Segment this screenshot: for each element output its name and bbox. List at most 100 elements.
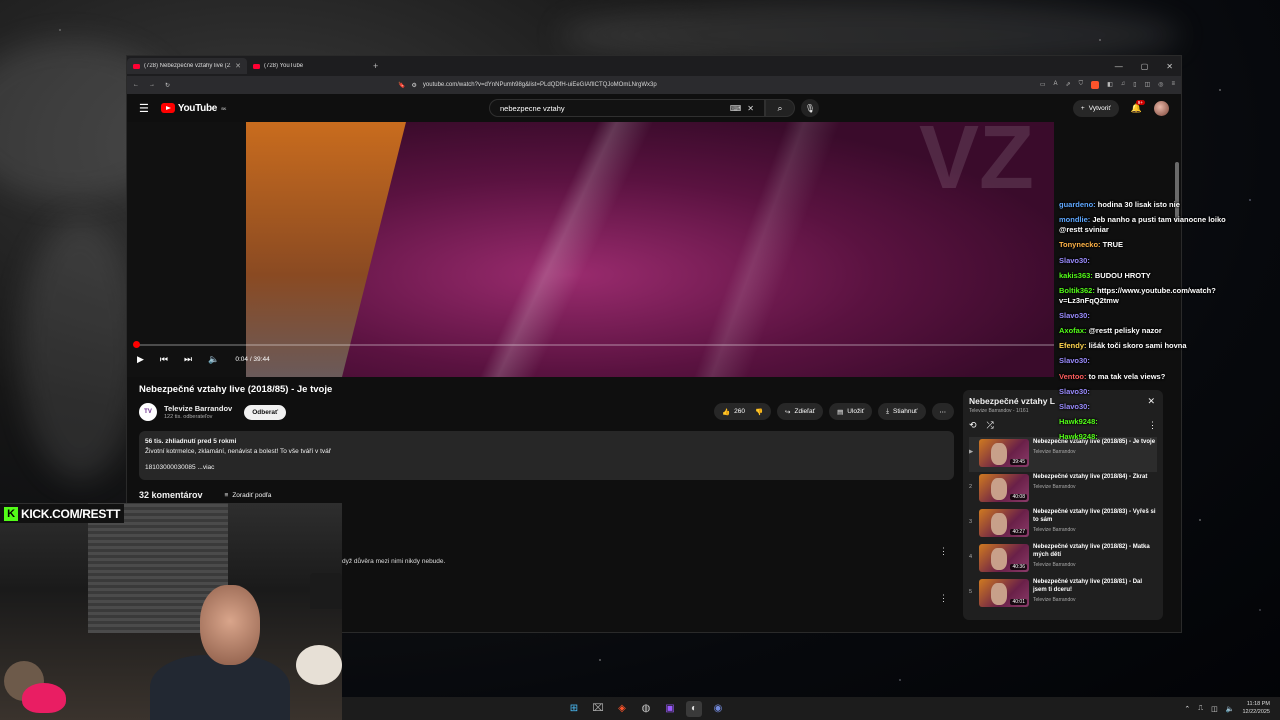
chat-username[interactable]: Tonynecko: xyxy=(1059,240,1101,249)
playlist-thumbnail[interactable]: 40:01 xyxy=(979,579,1029,607)
chat-username[interactable]: guardeno: xyxy=(1059,200,1096,209)
volume-icon[interactable]: 🔈 xyxy=(208,354,219,365)
playlist-item-title[interactable]: Nebezpečné vztahy live (2018/81) - Dal j… xyxy=(1033,579,1157,595)
terminal-icon[interactable]: ⌧ xyxy=(590,701,606,717)
voice-search-button[interactable]: 🎙 xyxy=(801,99,819,117)
windows-start-icon[interactable]: ⊞ xyxy=(566,701,582,717)
back-icon[interactable]: ← xyxy=(133,82,139,88)
clock[interactable]: 11:18 PM 12/22/2025 xyxy=(1242,701,1270,715)
share-button[interactable]: ↪ Zdieľať xyxy=(777,403,824,420)
playlist-item[interactable]: 2 40:08 Nebezpečné vztahy live (2018/84) -… xyxy=(969,472,1157,507)
search-button[interactable]: ⌕ xyxy=(765,99,795,117)
brave-browser-icon[interactable]: ◈ xyxy=(614,701,630,717)
create-button[interactable]: + Vytvoriť xyxy=(1072,99,1119,117)
notifications-button[interactable]: 🔔 9+ xyxy=(1131,99,1145,114)
chat-username[interactable]: Slavo30: xyxy=(1059,356,1090,365)
playlist-item[interactable]: 5 40:01 Nebezpečné vztahy live (2018/81) -… xyxy=(969,577,1157,612)
bookmark-icon[interactable]: 🔖 xyxy=(398,82,405,89)
download-button[interactable]: ⤓ Stiahnuť xyxy=(878,403,926,420)
chrome-icon[interactable]: ◍ xyxy=(638,701,654,717)
shield-icon[interactable]: ⛉ xyxy=(1079,81,1084,89)
more-actions-button[interactable]: ⋯ xyxy=(931,403,954,420)
brave-icon[interactable] xyxy=(1091,81,1100,89)
music-icon[interactable]: ♫ xyxy=(1121,81,1126,89)
extensions-icon[interactable]: ◧ xyxy=(1107,81,1113,89)
playlist-thumbnail[interactable]: 40:27 xyxy=(979,509,1029,537)
chat-username[interactable]: Slavo30: xyxy=(1059,256,1090,265)
usb-icon[interactable]: ⎍ xyxy=(1198,705,1203,713)
streaming-app-icon[interactable]: ▣ xyxy=(662,701,678,717)
channel-avatar[interactable]: TV xyxy=(139,403,157,421)
chat-username[interactable]: Efendy: xyxy=(1059,341,1087,350)
previous-icon[interactable]: ⏮ xyxy=(160,354,168,365)
tab-video[interactable]: (728) Nebezpečné vztahy live (2… ✕ xyxy=(127,58,247,74)
reload-icon[interactable]: ↻ xyxy=(165,82,170,89)
playlist-item-title[interactable]: Nebezpečné vztahy live (2018/83) - Vyřeš… xyxy=(1033,509,1157,525)
chat-username[interactable]: Hawk9248: xyxy=(1059,432,1098,441)
minimize-icon[interactable]: — xyxy=(1115,62,1123,71)
description-box[interactable]: 56 tis. zhliadnutí pred 5 rokmi Životní … xyxy=(139,431,954,481)
avatar[interactable] xyxy=(1154,100,1169,116)
playlist-thumbnail[interactable]: 40:08 xyxy=(979,474,1029,502)
sidebar-icon[interactable]: ▯ xyxy=(1133,81,1136,89)
wallet-icon[interactable]: ◫ xyxy=(1145,81,1151,89)
chat-username[interactable]: Slavo30: xyxy=(1059,402,1090,411)
chat-username[interactable]: Axofax: xyxy=(1059,326,1087,335)
playlist-thumbnail[interactable]: 39:45 xyxy=(979,439,1029,467)
chat-username[interactable]: kakis363: xyxy=(1059,271,1093,280)
share-icon[interactable]: ⇗ xyxy=(1066,81,1071,89)
url-field[interactable]: 🔖 ⚙ youtube.com/watch?v=dYnNPumh98g&list… xyxy=(398,82,858,89)
steam-icon[interactable]: ◐ xyxy=(686,700,702,717)
new-tab-button[interactable]: + xyxy=(367,61,384,71)
plus-icon: + xyxy=(1080,104,1085,112)
playlist-item-title[interactable]: Nebezpečné vztahy live (2018/82) - Matka… xyxy=(1033,544,1157,560)
site-info-icon[interactable]: ⚙ xyxy=(412,82,417,89)
video-player[interactable]: VZ ▶ ⏮ ⏭ 🔈 0:04 / 39:44 xyxy=(127,122,1054,377)
progress-bar[interactable] xyxy=(135,344,1054,346)
clear-search-icon[interactable]: ✕ xyxy=(747,104,754,113)
chevron-up-icon[interactable]: ⌃ xyxy=(1184,705,1190,713)
maximize-icon[interactable]: ▢ xyxy=(1141,62,1149,71)
chat-username[interactable]: Boltik362: xyxy=(1059,286,1095,295)
comment-menu-icon[interactable]: ⋮ xyxy=(939,593,948,604)
play-icon[interactable]: ▶ xyxy=(137,354,144,365)
chat-username[interactable]: mondlie: xyxy=(1059,215,1090,224)
thumbs-down-icon[interactable]: 👎 xyxy=(755,408,763,416)
like-button[interactable]: 👍 260 👎 xyxy=(714,403,772,420)
sort-button[interactable]: ≡ Zoradiť podľa xyxy=(225,492,272,499)
forward-icon[interactable]: → xyxy=(149,82,155,88)
discord-icon[interactable]: ◉ xyxy=(710,701,726,717)
keyboard-icon[interactable]: ⌨ xyxy=(730,104,742,113)
comment-menu-icon[interactable]: ⋮ xyxy=(939,546,948,557)
chat-username[interactable]: Slavo30: xyxy=(1059,387,1090,396)
translate-icon[interactable]: A xyxy=(1054,81,1058,89)
video-logo-overlay: VZ xyxy=(918,122,1034,208)
speaker-icon[interactable]: 🔈 xyxy=(1226,705,1235,713)
chat-username[interactable]: Ventoo: xyxy=(1059,372,1087,381)
youtube-logo[interactable]: YouTube SK xyxy=(160,103,226,114)
playlist-item-title[interactable]: Nebezpečné vztahy live (2018/84) - Zkrat xyxy=(1033,474,1157,482)
vpn-icon[interactable]: ◎ xyxy=(1158,81,1163,89)
tab-youtube[interactable]: (728) YouTube xyxy=(247,58,367,74)
search-input[interactable]: nebezpecne vztahy ⌨ ✕ xyxy=(489,99,765,117)
network-icon[interactable]: ◫ xyxy=(1211,705,1218,713)
menu-icon[interactable]: ≡ xyxy=(1171,81,1175,89)
chat-username[interactable]: Hawk9248: xyxy=(1059,417,1098,426)
channel-name[interactable]: Televize Barrandov xyxy=(164,404,232,413)
hamburger-menu-icon[interactable]: ☰ xyxy=(139,102,149,115)
close-window-icon[interactable]: ✕ xyxy=(1166,62,1173,71)
chat-username[interactable]: Slavo30: xyxy=(1059,311,1090,320)
shuffle-icon[interactable]: ⤮ xyxy=(987,420,994,431)
more-link[interactable]: ...viac xyxy=(197,464,214,471)
close-icon[interactable]: ✕ xyxy=(235,62,241,70)
progress-handle[interactable] xyxy=(133,341,140,348)
save-button[interactable]: ▤ Uložiť xyxy=(829,403,873,420)
cast-icon[interactable]: ▭ xyxy=(1040,81,1046,89)
subscribe-button[interactable]: Odberať xyxy=(244,404,287,420)
playlist-thumbnail[interactable]: 40:36 xyxy=(979,544,1029,572)
playlist-item[interactable]: 3 40:27 Nebezpečné vztahy live (2018/83) -… xyxy=(969,507,1157,542)
loop-icon[interactable]: ⟲ xyxy=(969,420,977,431)
video-actions: 👍 260 👎 ↪ Zdieľať ▤ Uložiť ⤓ Stiahnuť ⋯ xyxy=(714,403,954,420)
playlist-item[interactable]: 4 40:36 Nebezpečné vztahy live (2018/82) -… xyxy=(969,542,1157,577)
next-icon[interactable]: ⏭ xyxy=(184,354,192,365)
